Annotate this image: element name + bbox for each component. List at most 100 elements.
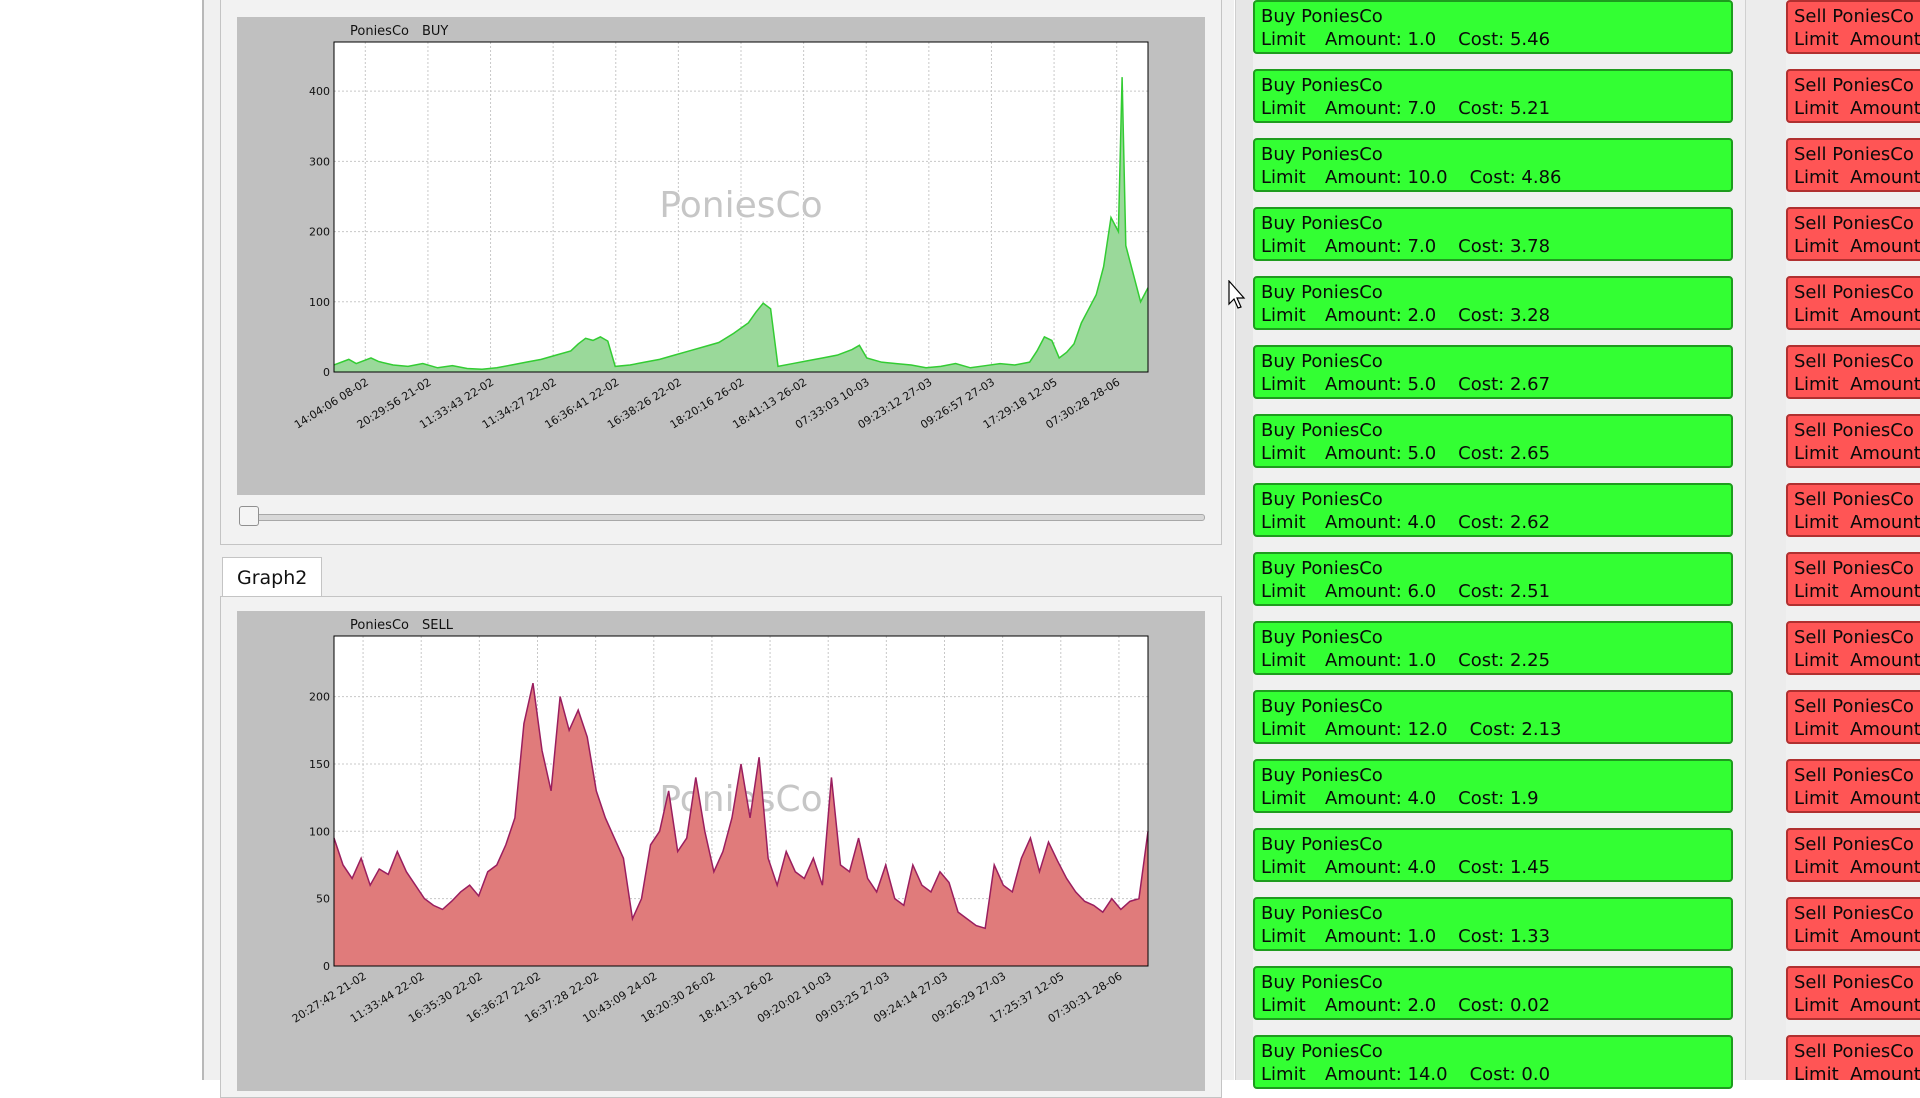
sell-order-button[interactable]: Sell PoniesCoLimit Amount: 7 [1786, 759, 1920, 813]
order-cost: Cost: 0.0 [1469, 1064, 1551, 1085]
buy-order-button[interactable]: Buy PoniesCo Limit Amount: 1.0 Cost: 5.46 [1253, 0, 1733, 54]
order-title: Buy PoniesCo [1261, 972, 1383, 993]
buy-order-button[interactable]: Buy PoniesCo Limit Amount: 7.0 Cost: 3.78 [1253, 207, 1733, 261]
legend-side: BUY [422, 24, 448, 39]
order-cost: Cost: 5.46 [1458, 29, 1551, 50]
order-amount: Amount: 4.0 [1325, 512, 1437, 533]
buy-chart: 14:04:06 08-0220:29:56 21-0211:33:43 22-… [292, 24, 1149, 432]
sell-order-button[interactable]: Sell PoniesCoLimit Amount: 8 [1786, 1035, 1920, 1080]
order-title: Sell PoniesCo [1794, 213, 1914, 234]
buy-order-button[interactable]: Buy PoniesCo Limit Amount: 1.0 Cost: 2.25 [1253, 621, 1733, 675]
sell-order-button[interactable]: Sell PoniesCoLimit Amount: 9 [1786, 690, 1920, 744]
order-title: Sell PoniesCo [1794, 972, 1914, 993]
y-tick-label: 100 [309, 825, 330, 838]
sell-order-button[interactable]: Sell PoniesCoLimit Amount: 2 [1786, 897, 1920, 951]
order-title: Sell PoniesCo [1794, 420, 1914, 441]
splitter-handle-2[interactable] [1745, 0, 1786, 1080]
legend-side: SELL [422, 618, 454, 633]
sell-order-button[interactable]: Sell PoniesCoLimit Amount: 6 [1786, 69, 1920, 123]
order-type: Limit [1261, 167, 1306, 188]
mouse-cursor-icon [1228, 280, 1246, 309]
order-title: Buy PoniesCo [1261, 75, 1383, 96]
order-line2: Limit Amount: 7 [1794, 167, 1920, 188]
order-cost: Cost: 0.02 [1458, 995, 1551, 1016]
buy-order-button[interactable]: Buy PoniesCo Limit Amount: 4.0 Cost: 2.62 [1253, 483, 1733, 537]
order-line2: Limit Amount: 8 [1794, 1064, 1920, 1080]
order-line2: Limit Amount: 7 [1794, 788, 1920, 809]
buy-order-button[interactable]: Buy PoniesCo Limit Amount: 4.0 Cost: 1.9 [1253, 759, 1733, 813]
order-type: Limit [1261, 995, 1306, 1016]
order-cost: Cost: 5.21 [1458, 98, 1551, 119]
sell-order-button[interactable]: Sell PoniesCoLimit Amount: 8 [1786, 414, 1920, 468]
buy-order-button[interactable]: Buy PoniesCo Limit Amount: 1.0 Cost: 1.33 [1253, 897, 1733, 951]
order-title: Buy PoniesCo [1261, 834, 1383, 855]
order-type: Limit [1261, 650, 1306, 671]
order-type: Limit [1261, 98, 1306, 119]
order-amount: Amount: 1.0 [1325, 29, 1437, 50]
order-title: Sell PoniesCo [1794, 144, 1914, 165]
order-type: Limit [1261, 29, 1306, 50]
order-amount: Amount: 2.0 [1325, 995, 1437, 1016]
buy-order-button[interactable]: Buy PoniesCo Limit Amount: 6.0 Cost: 2.51 [1253, 552, 1733, 606]
order-amount: Amount: 6.0 [1325, 581, 1437, 602]
buy-order-button[interactable]: Buy PoniesCo Limit Amount: 10.0 Cost: 4.86 [1253, 138, 1733, 192]
order-cost: Cost: 3.28 [1458, 305, 1551, 326]
order-line2: Limit Amount: 1 [1794, 995, 1920, 1016]
order-line2: Limit Amount: 9 [1794, 512, 1920, 533]
order-type: Limit [1261, 719, 1306, 740]
graph2-tab-pane: 20:27:42 21-02 11:33:44 22-02 16:35:30 22-… [220, 596, 1222, 1098]
buy-order-button[interactable]: Buy PoniesCo Limit Amount: 12.0 Cost: 2.13 [1253, 690, 1733, 744]
order-title: Buy PoniesCo [1261, 696, 1383, 717]
order-title: Sell PoniesCo [1794, 558, 1914, 579]
buy-order-button[interactable]: Buy PoniesCo Limit Amount: 7.0 Cost: 5.21 [1253, 69, 1733, 123]
sell-order-button[interactable]: Sell PoniesCoLimit Amount: 9 [1786, 621, 1920, 675]
order-line2: Limit Amount: 2 [1794, 857, 1920, 878]
sell-order-button[interactable]: Sell PoniesCoLimit Amount: 7 [1786, 138, 1920, 192]
order-type: Limit [1261, 581, 1306, 602]
graph1-slider[interactable] [239, 504, 1205, 528]
order-type: Limit [1261, 443, 1306, 464]
order-title: Sell PoniesCo [1794, 351, 1914, 372]
order-title: Sell PoniesCo [1794, 6, 1914, 27]
y-tick-label: 200 [309, 226, 330, 239]
sell-order-button[interactable]: Sell PoniesCoLimit Amount: 9 [1786, 483, 1920, 537]
order-title: Buy PoniesCo [1261, 489, 1383, 510]
order-title: Sell PoniesCo [1794, 489, 1914, 510]
order-amount: Amount: 5.0 [1325, 443, 1437, 464]
order-type: Limit [1261, 857, 1306, 878]
sell-order-button[interactable]: Sell PoniesCoLimit Amount: 5 [1786, 0, 1920, 54]
order-line2: Limit Amount: 9 [1794, 650, 1920, 671]
order-amount: Amount: 4.0 [1325, 788, 1437, 809]
sell-order-button[interactable]: Sell PoniesCoLimit Amount: 2 [1786, 828, 1920, 882]
order-title: Buy PoniesCo [1261, 6, 1383, 27]
legend-market: PoniesCo [350, 24, 409, 39]
order-title: Buy PoniesCo [1261, 420, 1383, 441]
order-line2: Limit Amount: 8 [1794, 443, 1920, 464]
order-title: Sell PoniesCo [1794, 765, 1914, 786]
sell-order-button[interactable]: Sell PoniesCoLimit Amount: 1 [1786, 966, 1920, 1020]
order-type: Limit [1261, 305, 1306, 326]
empty-left-panel [0, 0, 202, 1080]
chart-watermark: PoniesCo [659, 185, 822, 226]
order-type: Limit [1261, 236, 1306, 257]
buy-order-button[interactable]: Buy PoniesCo Limit Amount: 2.0 Cost: 0.02 [1253, 966, 1733, 1020]
order-title: Buy PoniesCo [1261, 627, 1383, 648]
sell-order-button[interactable]: Sell PoniesCoLimit Amount: 3 [1786, 552, 1920, 606]
y-tick-label: 150 [309, 758, 330, 771]
order-cost: Cost: 2.25 [1458, 650, 1551, 671]
order-title: Buy PoniesCo [1261, 903, 1383, 924]
slider-handle[interactable] [239, 506, 259, 526]
tab-graph2[interactable]: Graph2 [222, 557, 323, 598]
y-tick-label: 0 [323, 960, 330, 973]
sell-order-button[interactable]: Sell PoniesCoLimit Amount: 2 [1786, 276, 1920, 330]
buy-order-button[interactable]: Buy PoniesCo Limit Amount: 5.0 Cost: 2.67 [1253, 345, 1733, 399]
buy-order-button[interactable]: Buy PoniesCo Limit Amount: 2.0 Cost: 3.28 [1253, 276, 1733, 330]
buy-order-button[interactable]: Buy PoniesCo Limit Amount: 5.0 Cost: 2.65 [1253, 414, 1733, 468]
y-tick-label: 400 [309, 85, 330, 98]
splitter-handle[interactable] [1235, 0, 1254, 1080]
order-cost: Cost: 1.45 [1458, 857, 1551, 878]
sell-order-button[interactable]: Sell PoniesCoLimit Amount: 9 [1786, 207, 1920, 261]
buy-order-button[interactable]: Buy PoniesCo Limit Amount: 14.0 Cost: 0.0 [1253, 1035, 1733, 1089]
buy-order-button[interactable]: Buy PoniesCo Limit Amount: 4.0 Cost: 1.45 [1253, 828, 1733, 882]
sell-order-button[interactable]: Sell PoniesCoLimit Amount: 5 [1786, 345, 1920, 399]
